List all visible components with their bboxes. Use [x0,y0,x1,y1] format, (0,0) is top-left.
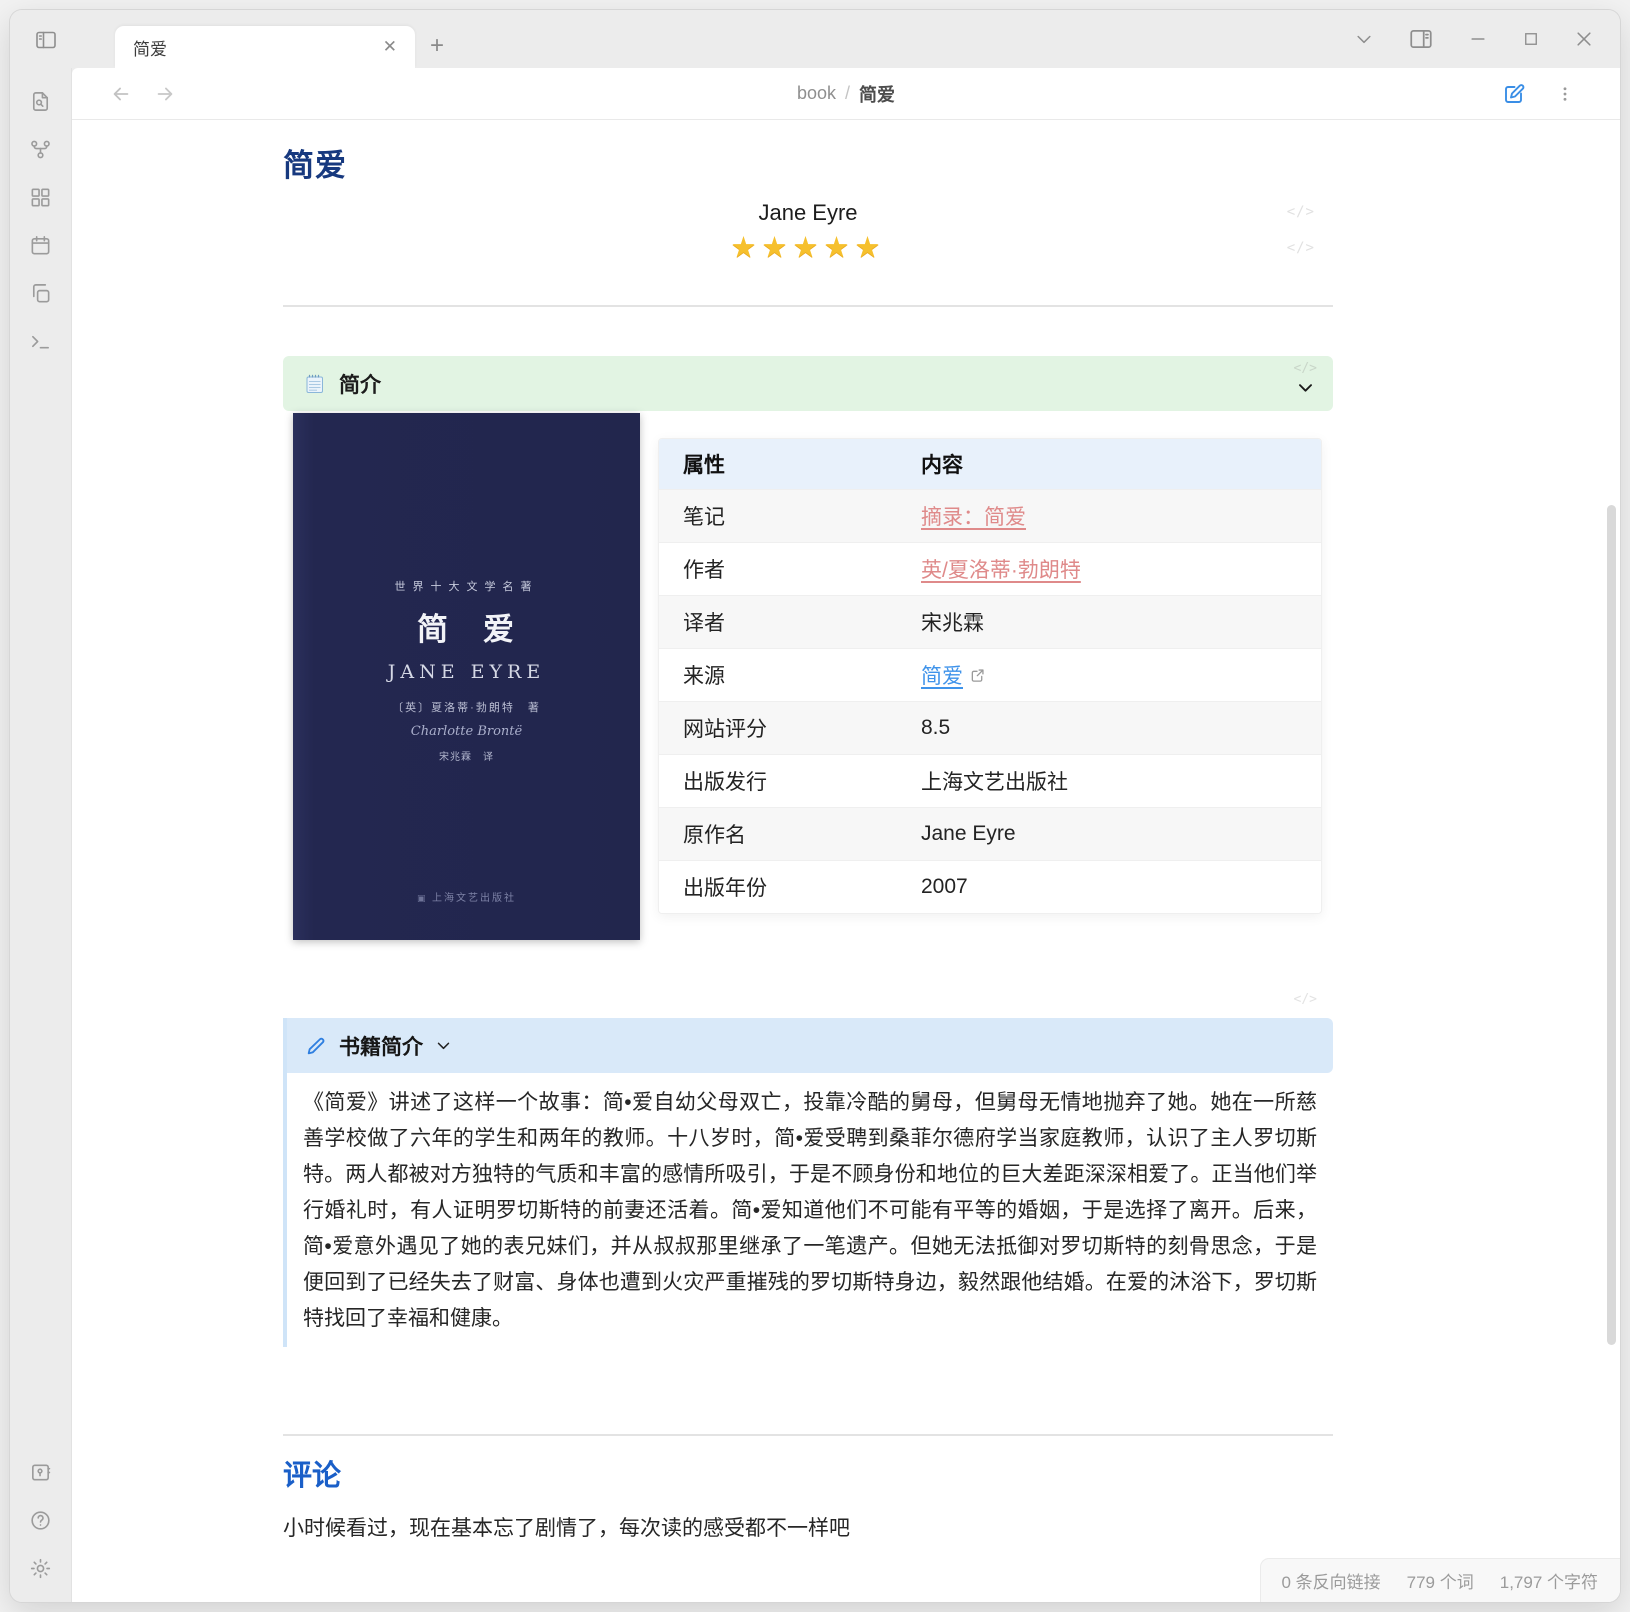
cover-title-zh: 简 爱 [417,604,516,649]
row-key: 来源 [659,660,921,690]
table-row: 出版年份 2007 [659,860,1321,913]
word-count[interactable]: 779 个词 [1407,1568,1474,1593]
char-count[interactable]: 1,797 个字符 [1500,1568,1598,1593]
row-value: 上海文艺出版社 [921,766,1068,796]
cover-title-en: JANE EYRE [388,661,545,683]
row-key: 网站评分 [659,713,921,743]
comment-text: 小时候看过，现在基本忘了剧情了，每次读的感受都不一样吧 [283,1512,1333,1542]
source-external-link[interactable]: 简爱 [921,660,963,690]
table-row: 译者 宋兆霖 [659,595,1321,648]
notepad-icon [303,372,327,396]
row-key: 出版发行 [659,766,921,796]
edit-block-icon[interactable]: </> [1287,240,1315,256]
tab-title: 简爱 [133,35,379,60]
calendar-icon[interactable] [29,234,52,257]
row-value: 2007 [921,875,968,899]
note-link[interactable]: 摘录：简爱 [921,501,1026,531]
left-sidebar-toggle-icon[interactable] [34,28,58,52]
divider [283,305,1333,307]
row-key: 出版年份 [659,872,921,902]
close-button[interactable] [1574,29,1594,49]
table-header-row: 属性 内容 [659,439,1321,489]
author-link[interactable]: 英/夏洛蒂·勃朗特 [921,554,1081,584]
app-window: 简爱 ✕ + [10,10,1620,1602]
row-value: 宋兆霖 [921,607,984,637]
search-file-icon[interactable] [29,90,52,113]
note-pane: book / 简爱 简爱 Jane Eyr [72,68,1620,1602]
summary-text: 《简爱》讲述了这样一个故事：简•爱自幼父母双亡，投靠冷酷的舅母，但舅母无情地抛弃… [287,1073,1333,1347]
table-row: 作者 英/夏洛蒂·勃朗特 [659,542,1321,595]
rating-stars: ★★★★★ [283,230,1333,265]
summary-callout-header[interactable]: 书籍简介 </> [287,1018,1333,1073]
maximize-button[interactable] [1522,30,1540,48]
cover-publisher: 上海文艺出版社 [293,889,640,904]
comments-heading: 评论 [283,1452,1333,1494]
breadcrumb-parent[interactable]: book [797,83,836,104]
external-link-icon [970,668,985,683]
status-bar: 0 条反向链接 779 个词 1,797 个字符 [1260,1558,1620,1602]
breadcrumb-current[interactable]: 简爱 [859,81,895,107]
help-icon[interactable] [29,1509,52,1532]
edit-block-icon[interactable]: </> [1294,992,1317,1007]
settings-gear-icon[interactable] [29,1557,52,1580]
cover-series-text: 世界十大文学名著 [395,578,539,594]
view-header: book / 简爱 [72,68,1620,120]
row-value: 8.5 [921,716,950,740]
page-title: 简爱 [283,140,1333,185]
copy-files-icon[interactable] [29,282,52,305]
row-key: 译者 [659,607,921,637]
titlebar: 简爱 ✕ + [10,10,1620,68]
row-key: 作者 [659,554,921,584]
divider [283,1434,1333,1436]
properties-table: 属性 内容 笔记 摘录：简爱 作者 英/夏洛蒂·勃朗特 译者 [658,438,1322,914]
breadcrumb-separator: / [845,83,850,104]
collapse-chevron-icon[interactable] [435,1037,452,1054]
collapse-chevron-icon[interactable] [1296,378,1315,397]
table-header-key: 属性 [659,449,921,479]
row-value: Jane Eyre [921,822,1016,846]
book-cover-image: 世界十大文学名著 简 爱 JANE EYRE 〔英〕夏洛蒂·勃朗特 著 Char… [293,413,640,940]
table-row: 原作名 Jane Eyre [659,807,1321,860]
terminal-icon[interactable] [29,330,52,353]
row-key: 笔记 [659,501,921,531]
cover-author-en: Charlotte Brontë [411,724,522,739]
table-row: 笔记 摘录：简爱 [659,489,1321,542]
note-scroll-area: 简爱 Jane Eyre </> ★★★★★ </> [72,120,1620,1602]
tab[interactable]: 简爱 ✕ [115,26,415,68]
row-key: 原作名 [659,819,921,849]
dashboard-icon[interactable] [29,186,52,209]
table-row: 出版发行 上海文艺出版社 [659,754,1321,807]
intro-callout-header[interactable]: 简介 </> [283,356,1333,411]
summary-callout: 书籍简介 </> 《简爱》讲述了这样一个故事：简•爱自幼父母双亡，投靠冷酷的舅母… [283,1018,1333,1347]
cover-translator: 宋兆霖 译 [439,748,494,763]
cover-author: 〔英〕夏洛蒂·勃朗特 著 [392,699,541,715]
table-row: 网站评分 8.5 [659,701,1321,754]
minimize-button[interactable] [1468,29,1488,49]
right-sidebar-toggle-icon[interactable] [1408,26,1434,52]
intro-callout-title: 简介 [339,369,381,399]
book-subtitle: Jane Eyre [283,200,1333,226]
tab-list-chevron-icon[interactable] [1354,29,1374,49]
vault-switcher-icon[interactable] [29,1461,52,1484]
breadcrumb: book / 简爱 [797,81,895,107]
graph-view-icon[interactable] [29,138,52,161]
summary-callout-title: 书籍简介 [339,1031,423,1061]
back-icon[interactable] [110,83,132,105]
left-ribbon [10,68,72,1602]
edit-block-icon[interactable]: </> [1287,204,1315,220]
forward-icon[interactable] [154,83,176,105]
scrollbar-thumb[interactable] [1607,505,1616,1345]
pencil-icon [305,1035,327,1057]
new-tab-button[interactable]: + [430,34,444,58]
edit-mode-icon[interactable] [1502,82,1526,106]
tab-close-icon[interactable]: ✕ [379,35,401,59]
table-row: 来源 简爱 [659,648,1321,701]
more-options-icon[interactable] [1556,83,1574,105]
backlinks-count[interactable]: 0 条反向链接 [1281,1568,1380,1593]
table-header-value: 内容 [921,449,1321,479]
edit-block-icon[interactable]: </> [1294,361,1317,376]
